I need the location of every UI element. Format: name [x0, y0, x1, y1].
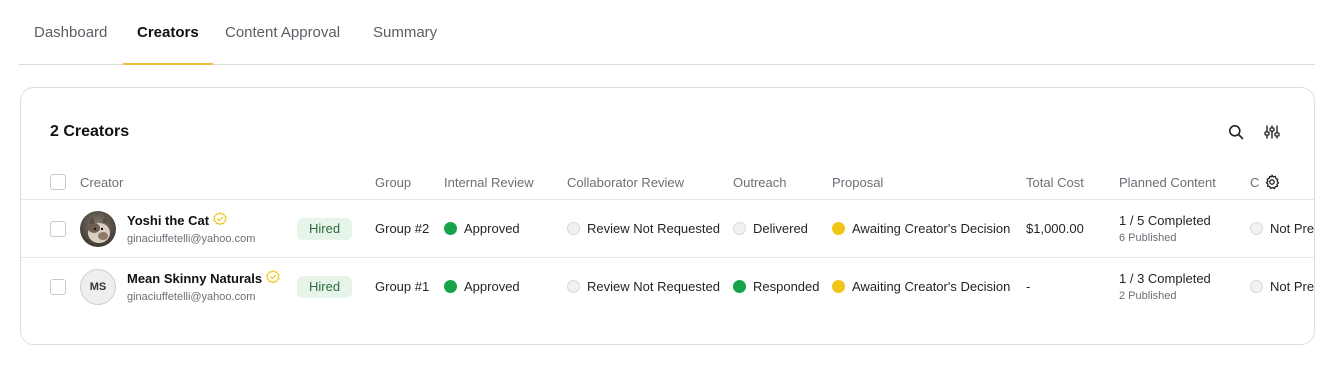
active-tab-indicator [123, 63, 213, 65]
creator-name-text: Mean Skinny Naturals [127, 271, 263, 286]
outreach-text: Responded [753, 279, 820, 294]
total-cost-cell: $1,000.00 [1026, 221, 1084, 236]
avatar [80, 211, 116, 247]
planned-content-completed: 1 / 5 Completed [1119, 213, 1211, 228]
creator-name-text: Yoshi the Cat [127, 213, 210, 228]
status-badge: Hired [297, 276, 353, 298]
verified-badge-icon [266, 270, 280, 287]
status-dot-icon [567, 280, 580, 293]
collaborator-review-text: Review Not Requested [587, 279, 720, 294]
planned-content-cell[interactable]: 1 / 5 Completed 6 Published [1119, 213, 1211, 244]
column-header-proposal[interactable]: Proposal [832, 175, 883, 190]
table-row[interactable]: MS Mean Skinny Naturals ginaciuffetelli@… [21, 258, 1314, 316]
proposal-cell[interactable]: Awaiting Creator's Decision [832, 221, 1010, 236]
total-cost-cell: - [1026, 279, 1031, 294]
tab-creators-label: Creators [137, 24, 199, 41]
last-column-text: Not Prep [1270, 279, 1315, 294]
sliders-icon[interactable] [1262, 122, 1282, 142]
collaborator-review-cell[interactable]: Review Not Requested [567, 279, 720, 294]
status-dot-icon [567, 222, 580, 235]
proposal-cell[interactable]: Awaiting Creator's Decision [832, 279, 1010, 294]
status-dot-icon [1250, 222, 1263, 235]
tab-content-approval[interactable]: Content Approval [225, 0, 340, 64]
creator-name[interactable]: Mean Skinny Naturals [127, 270, 280, 287]
creator-email: ginaciuffetelli@yahoo.com [127, 291, 256, 303]
proposal-text: Awaiting Creator's Decision [852, 221, 1011, 236]
creators-count-title: 2 Creators [50, 123, 130, 140]
status-dot-icon [733, 280, 746, 293]
planned-content-cell[interactable]: 1 / 3 Completed 2 Published [1119, 271, 1211, 302]
avatar-initials: MS [89, 281, 107, 293]
gear-icon[interactable] [1264, 174, 1280, 190]
status-dot-icon [832, 222, 845, 235]
column-header-outreach[interactable]: Outreach [733, 175, 786, 190]
planned-content-published: 2 Published [1119, 290, 1177, 302]
column-header-collaborator-review[interactable]: Collaborator Review [567, 175, 684, 190]
tab-summary[interactable]: Summary [373, 0, 437, 64]
avatar: MS [80, 269, 116, 305]
creators-card: 2 Creators Creator Group Internal Review… [20, 87, 1315, 345]
internal-review-text: Approved [464, 221, 520, 236]
creator-name[interactable]: Yoshi the Cat [127, 212, 227, 229]
status-dot-icon [1250, 280, 1263, 293]
outreach-text: Delivered [753, 221, 808, 236]
internal-review-cell[interactable]: Approved [444, 279, 520, 294]
search-icon[interactable] [1226, 122, 1246, 142]
internal-review-text: Approved [464, 279, 520, 294]
status-badge: Hired [297, 218, 353, 240]
tab-dashboard[interactable]: Dashboard [34, 0, 107, 64]
status-dot-icon [832, 280, 845, 293]
outreach-cell[interactable]: Responded [733, 279, 820, 294]
last-column-text: Not Prep [1270, 221, 1315, 236]
row-checkbox[interactable] [50, 279, 66, 295]
last-column-cell[interactable]: Not Prep [1250, 279, 1315, 294]
collaborator-review-cell[interactable]: Review Not Requested [567, 221, 720, 236]
group-cell: Group #1 [375, 279, 430, 294]
collaborator-review-text: Review Not Requested [587, 221, 720, 236]
internal-review-cell[interactable]: Approved [444, 221, 520, 236]
status-dot-icon [444, 222, 457, 235]
column-header-truncated[interactable]: C [1250, 175, 1259, 190]
planned-content-completed: 1 / 3 Completed [1119, 271, 1211, 286]
row-checkbox[interactable] [50, 221, 66, 237]
column-header-planned-content[interactable]: Planned Content [1119, 175, 1216, 190]
status-dot-icon [444, 280, 457, 293]
status-dot-icon [733, 222, 746, 235]
outreach-cell[interactable]: Delivered [733, 221, 808, 236]
creator-email: ginaciuffetelli@yahoo.com [127, 233, 256, 245]
group-cell: Group #2 [375, 221, 430, 236]
column-header-internal-review[interactable]: Internal Review [444, 175, 534, 190]
tab-creators[interactable]: Creators [123, 0, 213, 65]
last-column-cell[interactable]: Not Prep [1250, 221, 1315, 236]
verified-badge-icon [213, 212, 227, 229]
proposal-text: Awaiting Creator's Decision [852, 279, 1011, 294]
column-header-creator[interactable]: Creator [80, 175, 123, 190]
select-all-checkbox[interactable] [50, 174, 66, 190]
tab-bar: Dashboard Creators Content Approval Summ… [19, 0, 1315, 65]
table-row[interactable]: Yoshi the Cat ginaciuffetelli@yahoo.com … [21, 200, 1314, 258]
column-header-group[interactable]: Group [375, 175, 411, 190]
planned-content-published: 6 Published [1119, 232, 1177, 244]
table-header: Creator Group Internal Review Collaborat… [21, 164, 1314, 200]
column-header-total-cost[interactable]: Total Cost [1026, 175, 1084, 190]
